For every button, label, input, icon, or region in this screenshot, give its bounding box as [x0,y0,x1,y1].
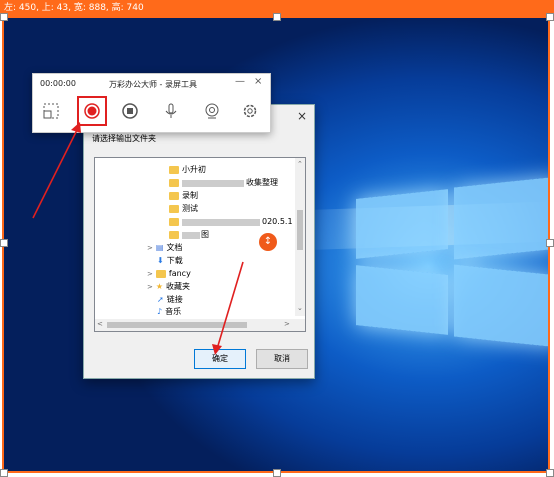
tree-item[interactable]: 录制 [169,190,198,202]
tree-item[interactable]: ♪ 音乐 [157,306,181,318]
folder-icon [169,218,179,226]
resize-handle-bl[interactable] [0,469,8,477]
scroll-left-icon[interactable]: < [97,320,103,328]
resize-handle-right[interactable] [546,239,554,247]
drag-resize-icon[interactable]: ↕ [259,233,277,251]
tree-item[interactable]: > ▤ 文档 [147,242,182,254]
settings-icon[interactable] [237,98,263,124]
folder-icon [169,179,179,187]
folder-icon [169,192,179,200]
document-icon: ▤ [155,243,164,252]
horizontal-scrollbar[interactable]: < > [95,319,305,331]
folder-icon [169,231,179,239]
star-icon: ★ [155,282,164,291]
blurred-text [182,231,200,239]
folder-icon [155,270,166,278]
link-icon: ➚ [157,295,164,304]
region-select-icon[interactable] [38,98,64,124]
tree-item[interactable]: 图 [169,229,209,241]
close-button[interactable]: × [254,76,262,87]
blurred-text [182,218,260,226]
capture-frame: 左: 450, 上: 43, 宽: 888, 高: 740 × 请选择输出文件夹… [0,0,554,477]
microphone-icon[interactable] [158,98,184,124]
tree-item[interactable]: ➚ 链接 [157,294,183,306]
tree-item[interactable]: 测试 [169,203,198,215]
folder-icon [169,166,179,174]
tree-item[interactable]: 小升初 [169,164,206,176]
expand-icon[interactable]: > [147,242,153,254]
resize-handle-tr[interactable] [546,13,554,21]
tree-item[interactable]: 收集整理 [169,177,278,189]
blurred-text [182,179,244,187]
resize-handle-br[interactable] [546,469,554,477]
windows-logo [342,154,548,389]
scroll-thumb[interactable] [107,322,247,328]
minimize-button[interactable]: — [235,76,245,87]
dialog-close-button[interactable]: × [292,107,312,125]
music-icon: ♪ [157,307,163,316]
tree-item[interactable]: > fancy [147,268,191,280]
scroll-down-icon[interactable]: ⌄ [297,304,303,312]
resize-handle-top[interactable] [273,13,281,21]
cancel-button[interactable]: 取消 [256,349,308,369]
tree-item[interactable]: 020.5.1 [169,216,293,228]
stop-icon[interactable] [117,98,143,124]
folder-select-dialog: × 请选择输出文件夹 小升初 收集整理 录制 测试 020.5.1 图 > ▤ 文档… [83,104,315,379]
recorder-title: 万彩办公大师 - 录屏工具 [109,80,197,89]
scroll-thumb[interactable] [297,210,303,250]
recorder-toolbar: 00:00:00 万彩办公大师 - 录屏工具 — × [32,73,271,133]
record-icon[interactable] [77,96,107,126]
expand-icon[interactable]: > [147,281,153,293]
scroll-right-icon[interactable]: > [284,320,290,328]
download-icon: ⬇ [157,256,164,265]
resize-handle-left[interactable] [0,239,8,247]
selection-info-text: 左: 450, 上: 43, 宽: 888, 高: 740 [4,3,144,13]
resize-handle-tl[interactable] [0,13,8,21]
tree-item[interactable]: > ★ 收藏夹 [147,281,190,293]
tree-item[interactable]: ⬇ 下载 [157,255,183,267]
ok-button[interactable]: 确定 [194,349,246,369]
resize-handle-bottom[interactable] [273,469,281,477]
folder-icon [169,205,179,213]
dialog-prompt: 请选择输出文件夹 [92,134,156,143]
recording-timer: 00:00:00 [40,79,76,88]
scroll-up-icon[interactable]: ⌃ [297,160,303,168]
webcam-icon[interactable] [199,98,225,124]
vertical-scrollbar[interactable]: ⌃ ⌄ [295,158,305,316]
expand-icon[interactable]: > [147,268,153,280]
